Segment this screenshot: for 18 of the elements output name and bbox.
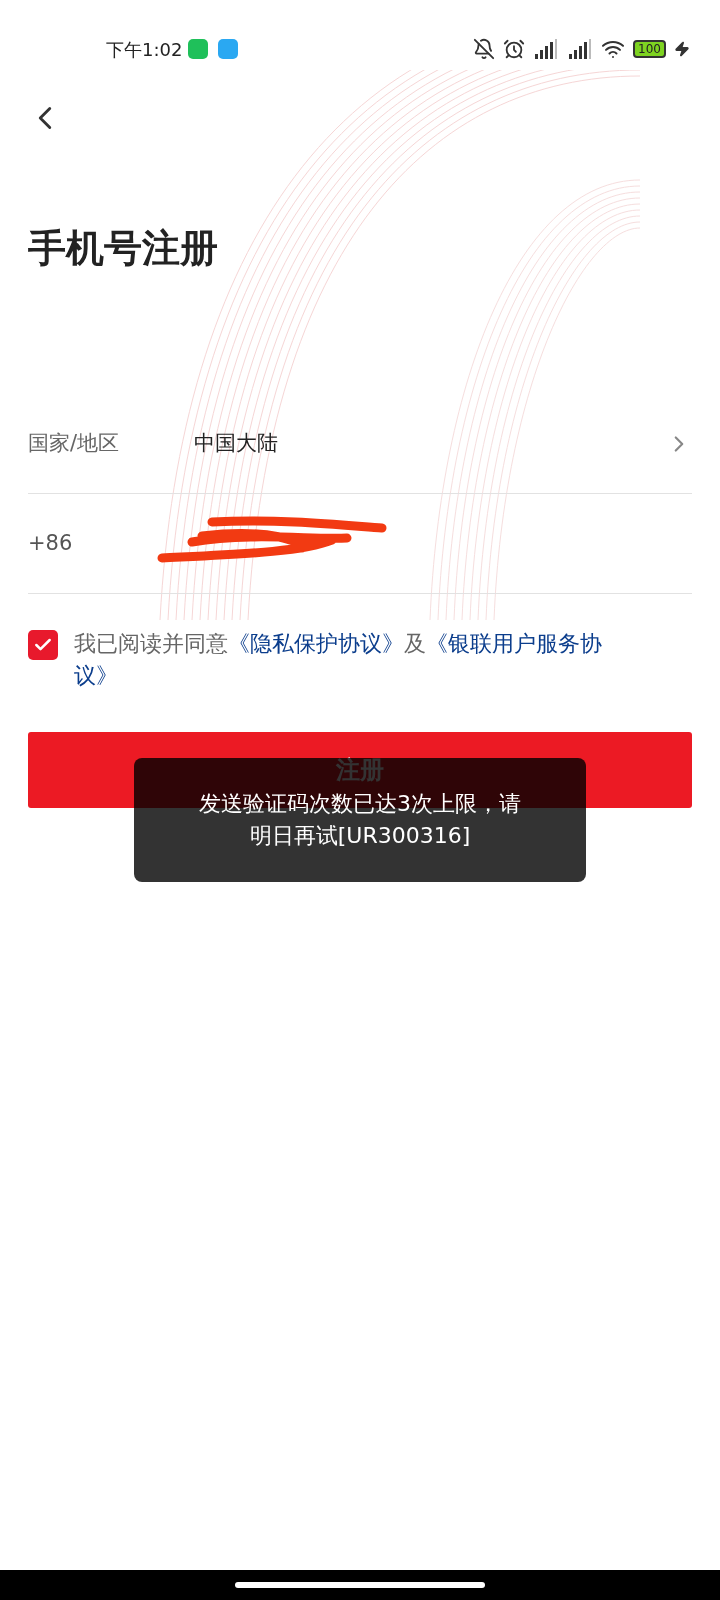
page-title: 手机号注册	[28, 225, 219, 272]
chat-app-icon	[188, 39, 209, 59]
region-label: 国家/地区	[28, 429, 121, 457]
signal-icon	[567, 38, 594, 60]
region-row[interactable]: 国家/地区 中国大陆	[28, 394, 692, 494]
privacy-link[interactable]: 《隐私保护协议》	[228, 631, 404, 656]
status-time: 下午1:02	[106, 37, 183, 62]
phone-prefix: +86	[28, 529, 73, 557]
alarm-icon	[503, 38, 526, 60]
signal-icon	[533, 38, 560, 60]
mute-icon	[473, 38, 496, 60]
agreement-text: 我已阅读并同意《隐私保护协议》及《银联用户服务协议》	[74, 630, 603, 690]
charging-icon	[674, 41, 690, 57]
toast-message: 发送验证码次数已达3次上限，请明日再试[UR300316]	[198, 790, 522, 850]
app-icon	[218, 39, 239, 59]
battery-icon: 100	[633, 40, 666, 58]
agree-checkbox[interactable]	[28, 630, 58, 660]
region-value: 中国大陆	[194, 429, 278, 457]
